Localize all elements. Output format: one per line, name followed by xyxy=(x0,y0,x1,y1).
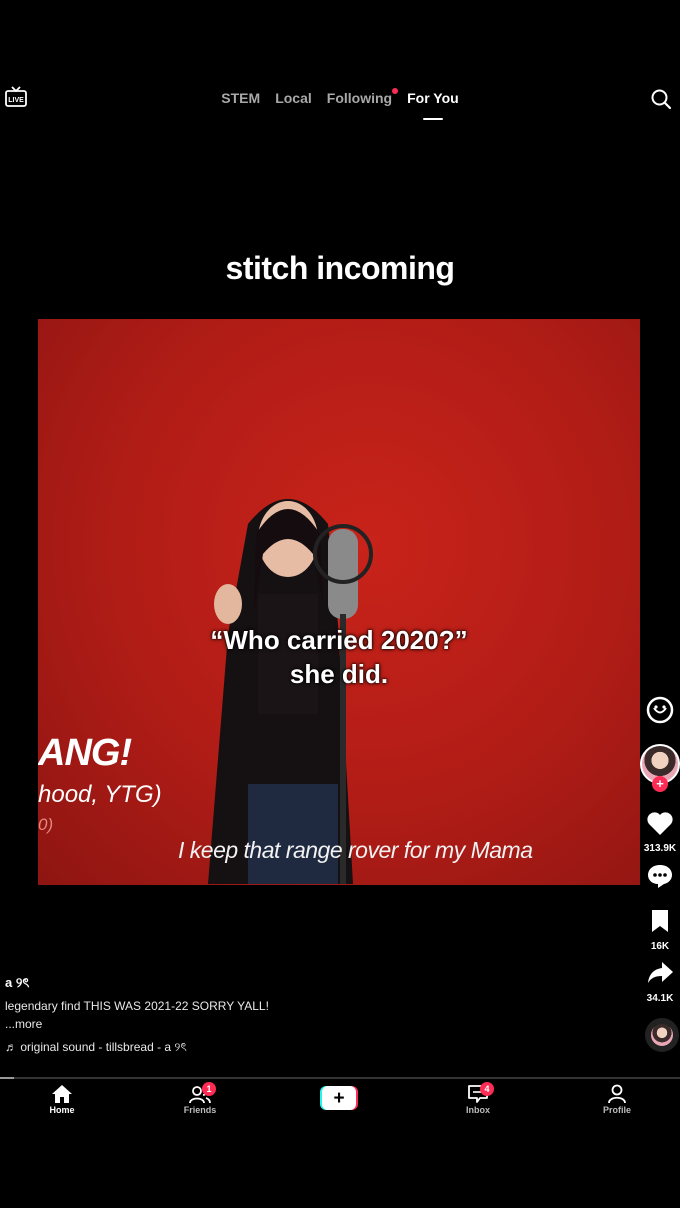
side-year: 0) xyxy=(38,815,54,834)
bookmark-button[interactable]: 16K xyxy=(638,908,680,952)
tab-stem[interactable]: STEM xyxy=(221,86,260,116)
ai-assistant-icon xyxy=(646,696,674,724)
like-button[interactable]: 313.9K xyxy=(638,810,680,854)
friends-badge: 1 xyxy=(202,1082,216,1096)
share-count: 34.1K xyxy=(646,993,674,1004)
create-button[interactable]: + xyxy=(320,1086,358,1110)
sound-link[interactable]: ♬ original sound - tillsbread - a ୨ৎ xyxy=(5,1039,187,1059)
share-button[interactable]: 34.1K xyxy=(638,960,680,1004)
lyric-subtitle: I keep that range rover for my Mama xyxy=(178,837,533,863)
bottom-nav: Home 1 Friends + 4 Inbox Profile xyxy=(0,1080,680,1130)
inbox-badge: 4 xyxy=(480,1082,494,1096)
nav-profile[interactable]: Profile xyxy=(587,1084,647,1115)
overlay-caption: “Who carried 2020?” she did. xyxy=(38,623,640,691)
nav-inbox[interactable]: 4 Inbox xyxy=(448,1082,508,1115)
overlay-line-2: she did. xyxy=(289,659,389,689)
search-icon[interactable] xyxy=(650,88,672,110)
bookmark-icon xyxy=(652,910,668,932)
follow-button[interactable]: + xyxy=(652,776,668,792)
nav-friends[interactable]: 1 Friends xyxy=(170,1082,230,1115)
sound-disc[interactable] xyxy=(645,1018,679,1052)
video-top-caption: stitch incoming xyxy=(225,250,455,286)
video-progress-bar[interactable] xyxy=(0,1077,680,1079)
bookmark-count: 16K xyxy=(650,941,670,952)
more-link[interactable]: ...more xyxy=(5,1017,42,1031)
tab-for-you[interactable]: For You xyxy=(407,86,459,116)
profile-icon xyxy=(608,1084,626,1104)
post-description: legendary find THIS WAS 2021-22 SORRY YA… xyxy=(5,999,269,1013)
overlay-line-1: “Who carried 2020?” xyxy=(210,625,468,655)
nav-home-label: Home xyxy=(49,1105,75,1115)
ai-assistant-button[interactable] xyxy=(638,695,680,730)
comment-icon xyxy=(648,865,672,888)
tab-local[interactable]: Local xyxy=(275,86,312,116)
nav-friends-label: Friends xyxy=(183,1105,217,1115)
side-title: ANG! xyxy=(38,732,132,774)
nav-home[interactable]: Home xyxy=(32,1084,92,1115)
notification-dot xyxy=(392,88,399,94)
comment-button[interactable] xyxy=(638,862,680,895)
home-icon xyxy=(52,1085,72,1103)
heart-icon xyxy=(647,812,673,835)
video-frame[interactable]: “Who carried 2020?” she did. ANG! hood, … xyxy=(38,319,640,885)
tab-following-label: Following xyxy=(326,90,393,106)
tab-following[interactable]: Following xyxy=(326,86,399,116)
post-username[interactable]: a ୨ৎ xyxy=(5,974,29,995)
nav-profile-label: Profile xyxy=(602,1105,631,1115)
nav-inbox-label: Inbox xyxy=(466,1105,490,1115)
share-icon xyxy=(648,962,673,983)
side-credit: hood, YTG) xyxy=(38,781,162,808)
progress-fill xyxy=(0,1077,14,1079)
like-count: 313.9K xyxy=(643,843,677,854)
feed-tabs: STEM Local Following For You xyxy=(0,86,680,116)
create-plus-icon: + xyxy=(333,1088,344,1109)
